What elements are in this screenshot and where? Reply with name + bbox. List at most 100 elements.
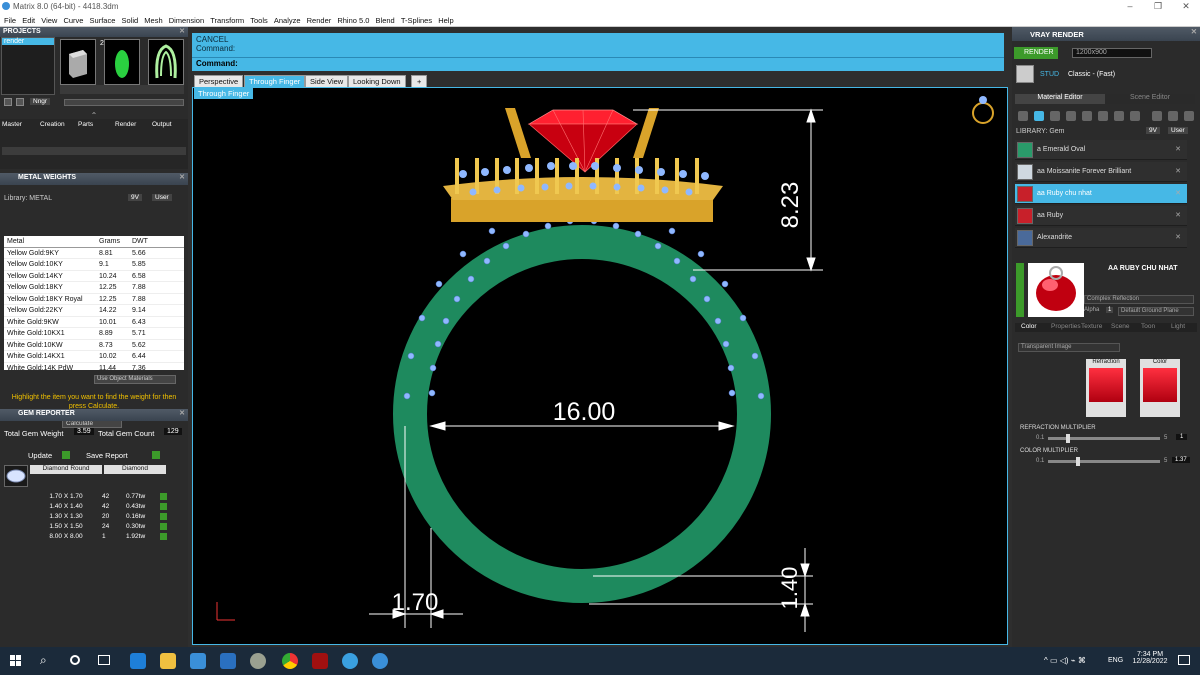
language-indicator[interactable]: ENG: [1108, 657, 1123, 664]
save-report-button[interactable]: Save Report: [86, 451, 128, 460]
tab-scene-editor[interactable]: Scene Editor: [1105, 94, 1195, 104]
menu-edit[interactable]: Edit: [18, 13, 35, 25]
project-thumbnail-1[interactable]: [60, 39, 96, 85]
table-row[interactable]: White Gold:14K PdW 11.44 7.36: [4, 363, 184, 371]
color-swatch[interactable]: Color: [1140, 359, 1180, 417]
panel-creation[interactable]: Creation: [40, 121, 65, 128]
preview-side-button[interactable]: [1016, 263, 1024, 317]
library-9v-toggle[interactable]: 9V: [1146, 127, 1160, 134]
menu-dimension[interactable]: Dimension: [165, 13, 204, 25]
table-row[interactable]: White Gold:9KW 10.01 6.43: [4, 317, 184, 328]
material-item[interactable]: aa Ruby ✕: [1015, 206, 1187, 226]
table-row[interactable]: Yellow Gold:10KY 9.1 5.85: [4, 259, 184, 271]
tool-icon[interactable]: [1082, 111, 1092, 121]
refraction-slider[interactable]: [1048, 434, 1160, 443]
tool-icon[interactable]: [1168, 111, 1178, 121]
transparent-image-select[interactable]: Transparent Image: [1018, 343, 1120, 352]
table-row[interactable]: 1.40 X 1.40 42 0.43tw: [4, 502, 184, 512]
search-button[interactable]: Nngr: [30, 98, 51, 105]
task-view-icon[interactable]: [98, 655, 110, 665]
refraction-swatch[interactable]: Refraction: [1086, 359, 1126, 417]
table-row[interactable]: Yellow Gold:22KY 14.22 9.14: [4, 305, 184, 317]
tab-color[interactable]: Color: [1021, 323, 1037, 330]
tool-icon[interactable]: [1152, 111, 1162, 121]
rhino-icon[interactable]: [250, 653, 266, 669]
tab-scene[interactable]: Scene: [1111, 323, 1129, 330]
metal-weights-table[interactable]: Metal Grams DWT Yellow Gold:9KY 8.81 5.66 Y…: [4, 236, 184, 370]
table-row[interactable]: 1.30 X 1.30 20 0.16tw: [4, 512, 184, 522]
minimize-button[interactable]: –: [1116, 0, 1144, 13]
row-select-icon[interactable]: [160, 493, 167, 500]
material-item[interactable]: aa Ruby chu nhat ✕: [1015, 184, 1187, 204]
viewport[interactable]: 8.23 16.00 1.70 1.40: [192, 87, 1008, 645]
notifications-icon[interactable]: [1178, 655, 1190, 665]
row-select-icon[interactable]: [160, 503, 167, 510]
material-item[interactable]: a Emerald Oval ✕: [1015, 140, 1187, 160]
table-row[interactable]: 1.50 X 1.50 24 0.30tw: [4, 522, 184, 532]
projects-scrollbar[interactable]: [64, 99, 184, 106]
panel-render[interactable]: Render: [115, 121, 136, 128]
table-row[interactable]: White Gold:14KX1 10.02 6.44: [4, 351, 184, 363]
menu-render[interactable]: Render: [303, 13, 332, 25]
row-select-icon[interactable]: [160, 513, 167, 520]
remove-icon[interactable]: ✕: [1175, 167, 1181, 175]
command-input[interactable]: Command:: [192, 57, 1004, 70]
mail-icon[interactable]: [220, 653, 236, 669]
library-9v-toggle[interactable]: 9V: [128, 194, 142, 201]
menu-mesh[interactable]: Mesh: [140, 13, 162, 25]
library-user-toggle[interactable]: User: [1168, 127, 1188, 134]
close-icon[interactable]: ✕: [179, 173, 185, 181]
tool-icon[interactable]: [1130, 111, 1140, 121]
project-item[interactable]: render: [2, 38, 54, 45]
menu-tools[interactable]: Tools: [246, 13, 268, 25]
tab-side-view[interactable]: Side View: [305, 75, 349, 87]
table-row[interactable]: 1.70 X 1.70 42 0.77tw: [4, 492, 184, 502]
use-object-materials-select[interactable]: Use Object Materials: [94, 375, 176, 384]
tool-icon[interactable]: [1018, 111, 1028, 121]
library-user-toggle[interactable]: User: [152, 194, 172, 201]
viewport-label[interactable]: Through Finger: [194, 88, 254, 99]
preset-select[interactable]: Classic - (Fast): [1068, 71, 1115, 78]
cortana-icon[interactable]: [70, 655, 80, 665]
material-item[interactable]: Alexandrite ✕: [1015, 228, 1187, 248]
table-row[interactable]: 8.00 X 8.00 1 1.92tw: [4, 532, 184, 542]
color-slider[interactable]: [1048, 457, 1160, 466]
save-report-go-icon[interactable]: [152, 451, 160, 459]
matrix-icon[interactable]: [312, 653, 328, 669]
menu-surface[interactable]: Surface: [86, 13, 116, 25]
up-button[interactable]: [16, 98, 24, 106]
remove-icon[interactable]: ✕: [1175, 233, 1181, 241]
maximize-button[interactable]: ❐: [1144, 0, 1172, 13]
tab-material-editor[interactable]: Material Editor: [1015, 94, 1105, 104]
close-icon[interactable]: ✕: [179, 409, 185, 417]
close-button[interactable]: ✕: [1172, 0, 1200, 13]
panel-master[interactable]: Master: [2, 121, 22, 128]
row-select-icon[interactable]: [160, 523, 167, 530]
remove-icon[interactable]: ✕: [1175, 145, 1181, 153]
tool-icon[interactable]: [1034, 111, 1044, 121]
update-go-icon[interactable]: [62, 451, 70, 459]
clock[interactable]: 7:34 PM 12/28/2022: [1128, 651, 1172, 665]
tab-add[interactable]: +: [411, 75, 428, 87]
refraction-type-select[interactable]: Complex Reflection: [1084, 295, 1194, 304]
project-thumbnail-2[interactable]: [104, 39, 140, 85]
projects-list[interactable]: render: [1, 37, 55, 95]
menu-transform[interactable]: Transform: [206, 13, 244, 25]
search-icon[interactable]: ⌕: [40, 653, 47, 668]
ground-plane-select[interactable]: Default Ground Plane: [1118, 307, 1194, 316]
edge-icon[interactable]: [130, 653, 146, 669]
close-icon[interactable]: ✕: [1191, 27, 1197, 36]
menu-solid[interactable]: Solid: [118, 13, 139, 25]
add-button[interactable]: [4, 98, 12, 106]
render-button[interactable]: RENDER: [1014, 47, 1058, 59]
zalo-icon[interactable]: [372, 653, 388, 669]
menu-file[interactable]: File: [0, 13, 16, 25]
tool-icon[interactable]: [1066, 111, 1076, 121]
tool-icon[interactable]: [1098, 111, 1108, 121]
menu-blend[interactable]: Blend: [372, 13, 395, 25]
menu-curve[interactable]: Curve: [59, 13, 83, 25]
tab-toon[interactable]: Toon: [1141, 323, 1155, 330]
windows-start-icon[interactable]: [10, 655, 21, 666]
project-thumbnail-3[interactable]: [148, 39, 184, 85]
panel-parts[interactable]: Parts: [78, 121, 93, 128]
